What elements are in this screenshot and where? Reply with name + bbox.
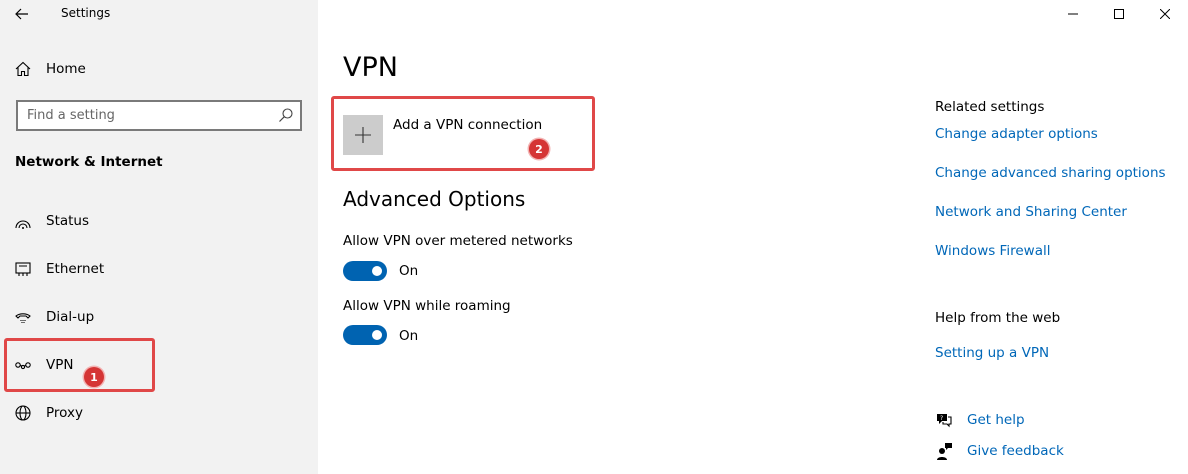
sidebar: Settings Home Network & Internet Status … — [0, 0, 318, 474]
sidebar-item-label: Proxy — [46, 405, 83, 421]
toggle-roaming[interactable] — [343, 325, 387, 345]
toggle-roaming-state: On — [399, 328, 419, 344]
nav-home[interactable]: Home — [0, 49, 318, 89]
nav-home-label: Home — [46, 61, 86, 77]
add-vpn-label: Add a VPN connection — [393, 117, 543, 133]
search-input[interactable] — [18, 102, 268, 129]
toggle-knob — [372, 330, 382, 340]
sidebar-item-label: Status — [46, 213, 90, 229]
vpn-highlight-box — [4, 338, 155, 392]
dialup-icon — [14, 308, 32, 326]
app-title: Settings — [61, 6, 111, 20]
section-title: Network & Internet — [15, 154, 163, 170]
close-button[interactable] — [1142, 0, 1188, 28]
get-help-link[interactable]: Get help — [967, 412, 1025, 428]
status-icon — [14, 212, 32, 230]
link-change-adapter-options[interactable]: Change adapter options — [935, 126, 1098, 142]
give-feedback-row[interactable]: Give feedback — [935, 441, 1064, 461]
give-feedback-link[interactable]: Give feedback — [967, 443, 1064, 459]
title-bar: Settings — [0, 0, 318, 28]
page-title: VPN — [343, 52, 398, 83]
option-roaming-label: Allow VPN while roaming — [343, 298, 511, 314]
get-help-row[interactable]: ? Get help — [935, 410, 1025, 430]
close-icon — [1160, 9, 1170, 19]
maximize-icon — [1114, 9, 1124, 19]
maximize-button[interactable] — [1096, 0, 1142, 28]
sidebar-item-status[interactable]: Status — [0, 201, 318, 241]
minimize-icon — [1068, 13, 1078, 15]
toggle-knob — [372, 266, 382, 276]
back-button[interactable] — [10, 3, 34, 25]
sidebar-item-dialup[interactable]: Dial-up — [0, 297, 318, 337]
option-metered-label: Allow VPN over metered networks — [343, 233, 573, 249]
help-from-web-title: Help from the web — [935, 310, 1061, 326]
minimize-button[interactable] — [1050, 0, 1096, 28]
link-windows-firewall[interactable]: Windows Firewall — [935, 243, 1050, 259]
search-box[interactable] — [16, 100, 302, 131]
link-network-sharing-center[interactable]: Network and Sharing Center — [935, 204, 1127, 220]
related-settings-title: Related settings — [935, 99, 1045, 115]
link-change-advanced-sharing[interactable]: Change advanced sharing options — [935, 165, 1166, 181]
search-icon[interactable] — [278, 107, 294, 123]
toggle-metered-state: On — [399, 263, 419, 279]
svg-text:?: ? — [940, 415, 943, 422]
feedback-person-icon — [935, 442, 953, 460]
toggle-metered[interactable] — [343, 261, 387, 281]
sidebar-item-ethernet[interactable]: Ethernet — [0, 249, 318, 289]
add-vpn-connection-button[interactable]: Add a VPN connection — [343, 115, 542, 155]
plus-icon — [355, 127, 371, 143]
globe-icon — [14, 404, 32, 422]
sidebar-item-proxy[interactable]: Proxy — [0, 393, 318, 433]
sidebar-item-label: Dial-up — [46, 309, 95, 325]
ethernet-icon — [14, 260, 32, 278]
link-setting-up-vpn[interactable]: Setting up a VPN — [935, 345, 1049, 361]
advanced-options-title: Advanced Options — [343, 187, 526, 211]
step-badge-1: 1 — [84, 367, 104, 387]
sidebar-item-label: Ethernet — [46, 261, 105, 277]
plus-tile[interactable] — [343, 115, 383, 155]
back-arrow-icon — [15, 8, 28, 20]
chat-help-icon: ? — [935, 411, 953, 429]
home-icon — [14, 60, 32, 78]
window-controls — [1050, 0, 1188, 28]
